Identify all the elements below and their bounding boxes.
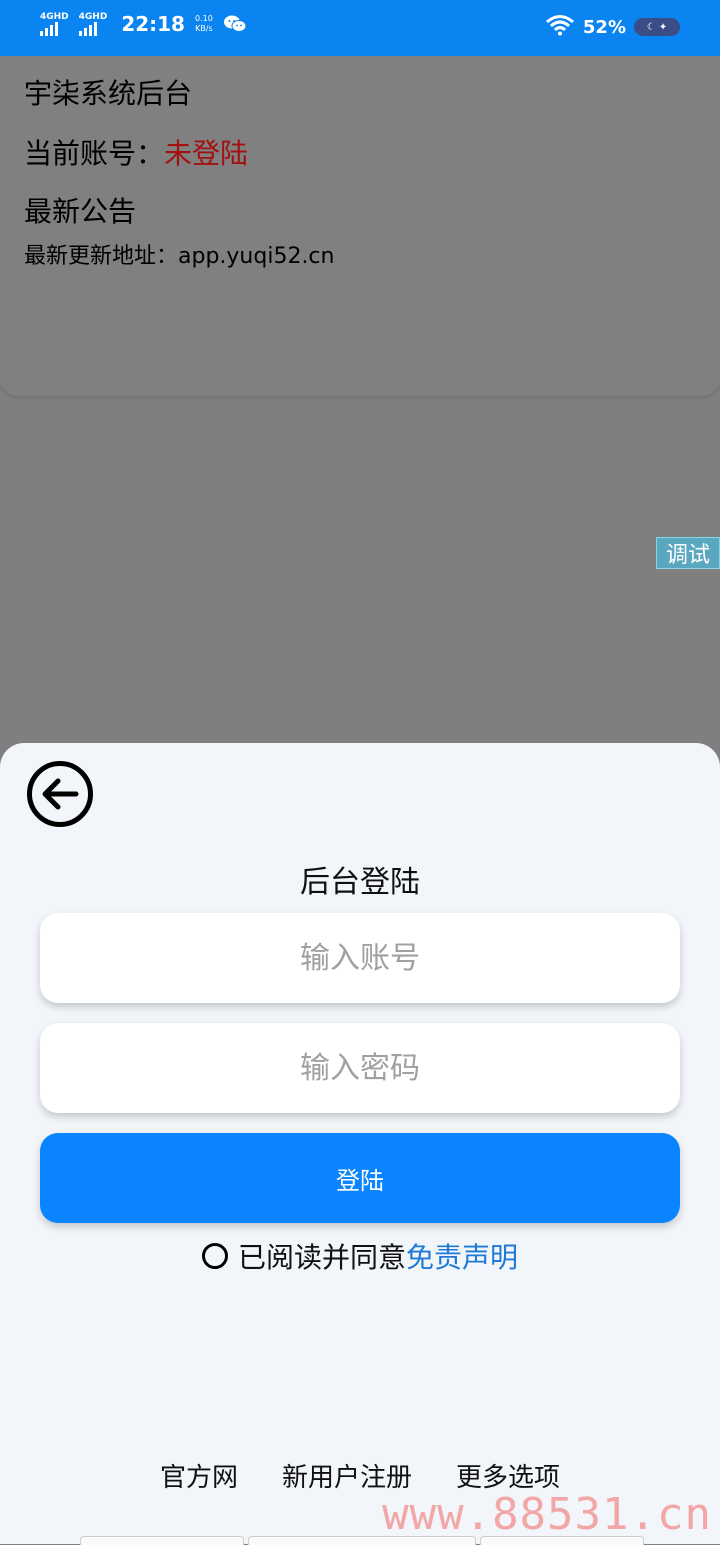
account-field	[40, 912, 680, 1004]
status-right: 52% ☾ ✦	[545, 14, 680, 40]
login-sheet: 后台登陆 登陆 已阅读并同意 免责声明 官方网 新用户注册 更多选项 www.8…	[0, 743, 720, 1545]
account-input[interactable]	[40, 912, 680, 1004]
official-site-link[interactable]: 官方网	[160, 1457, 238, 1494]
disclaimer-link[interactable]: 免责声明	[406, 1236, 518, 1276]
sim2-signal-icon: 4GHD	[78, 12, 108, 36]
back-arrow-icon	[42, 778, 79, 810]
app-title: 宇柒系统后台	[24, 77, 193, 110]
agree-text: 已阅读并同意	[237, 1241, 406, 1274]
account-label: 当前账号：	[24, 137, 165, 170]
notice-title: 最新公告	[24, 195, 137, 228]
watermark: www.88531.cn	[382, 1489, 712, 1540]
network-speed: 0.10 KB/s	[195, 14, 213, 34]
night-mode-icon: ☾ ✦	[634, 18, 680, 36]
sheet-title: 后台登陆	[300, 865, 420, 900]
wechat-icon	[223, 14, 247, 34]
sim1-signal-icon: 4GHD	[40, 12, 69, 36]
wifi-icon	[545, 14, 575, 40]
status-bar: 4GHD 4GHD 22:18 0.10 KB/s 52% ☾ ✦	[0, 0, 720, 56]
status-left: 4GHD 4GHD 22:18 0.10 KB/s	[40, 12, 247, 36]
debug-button[interactable]: 调试	[656, 537, 720, 569]
clock: 22:18	[121, 12, 185, 36]
info-card: 宇柒系统后台 当前账号：未登陆 最新公告 最新更新地址：app.yuqi52.c…	[0, 56, 720, 396]
sim1-label: 4GHD	[40, 12, 69, 22]
network-speed-value: 0.10	[194, 14, 213, 23]
account-row: 当前账号：未登陆	[24, 132, 248, 172]
password-input[interactable]	[40, 1022, 680, 1114]
network-speed-unit: KB/s	[195, 24, 213, 33]
agree-radio[interactable]	[201, 1243, 228, 1269]
battery-percent: 52%	[582, 16, 626, 38]
notice-text: 最新更新地址：app.yuqi52.cn	[24, 244, 335, 269]
password-field	[40, 1022, 680, 1114]
agreement-row: 已阅读并同意 免责声明	[0, 1236, 720, 1276]
account-status: 未登陆	[164, 137, 249, 170]
sim2-label: 4GHD	[78, 12, 108, 22]
login-button[interactable]: 登陆	[40, 1133, 680, 1223]
back-button[interactable]	[27, 761, 93, 827]
